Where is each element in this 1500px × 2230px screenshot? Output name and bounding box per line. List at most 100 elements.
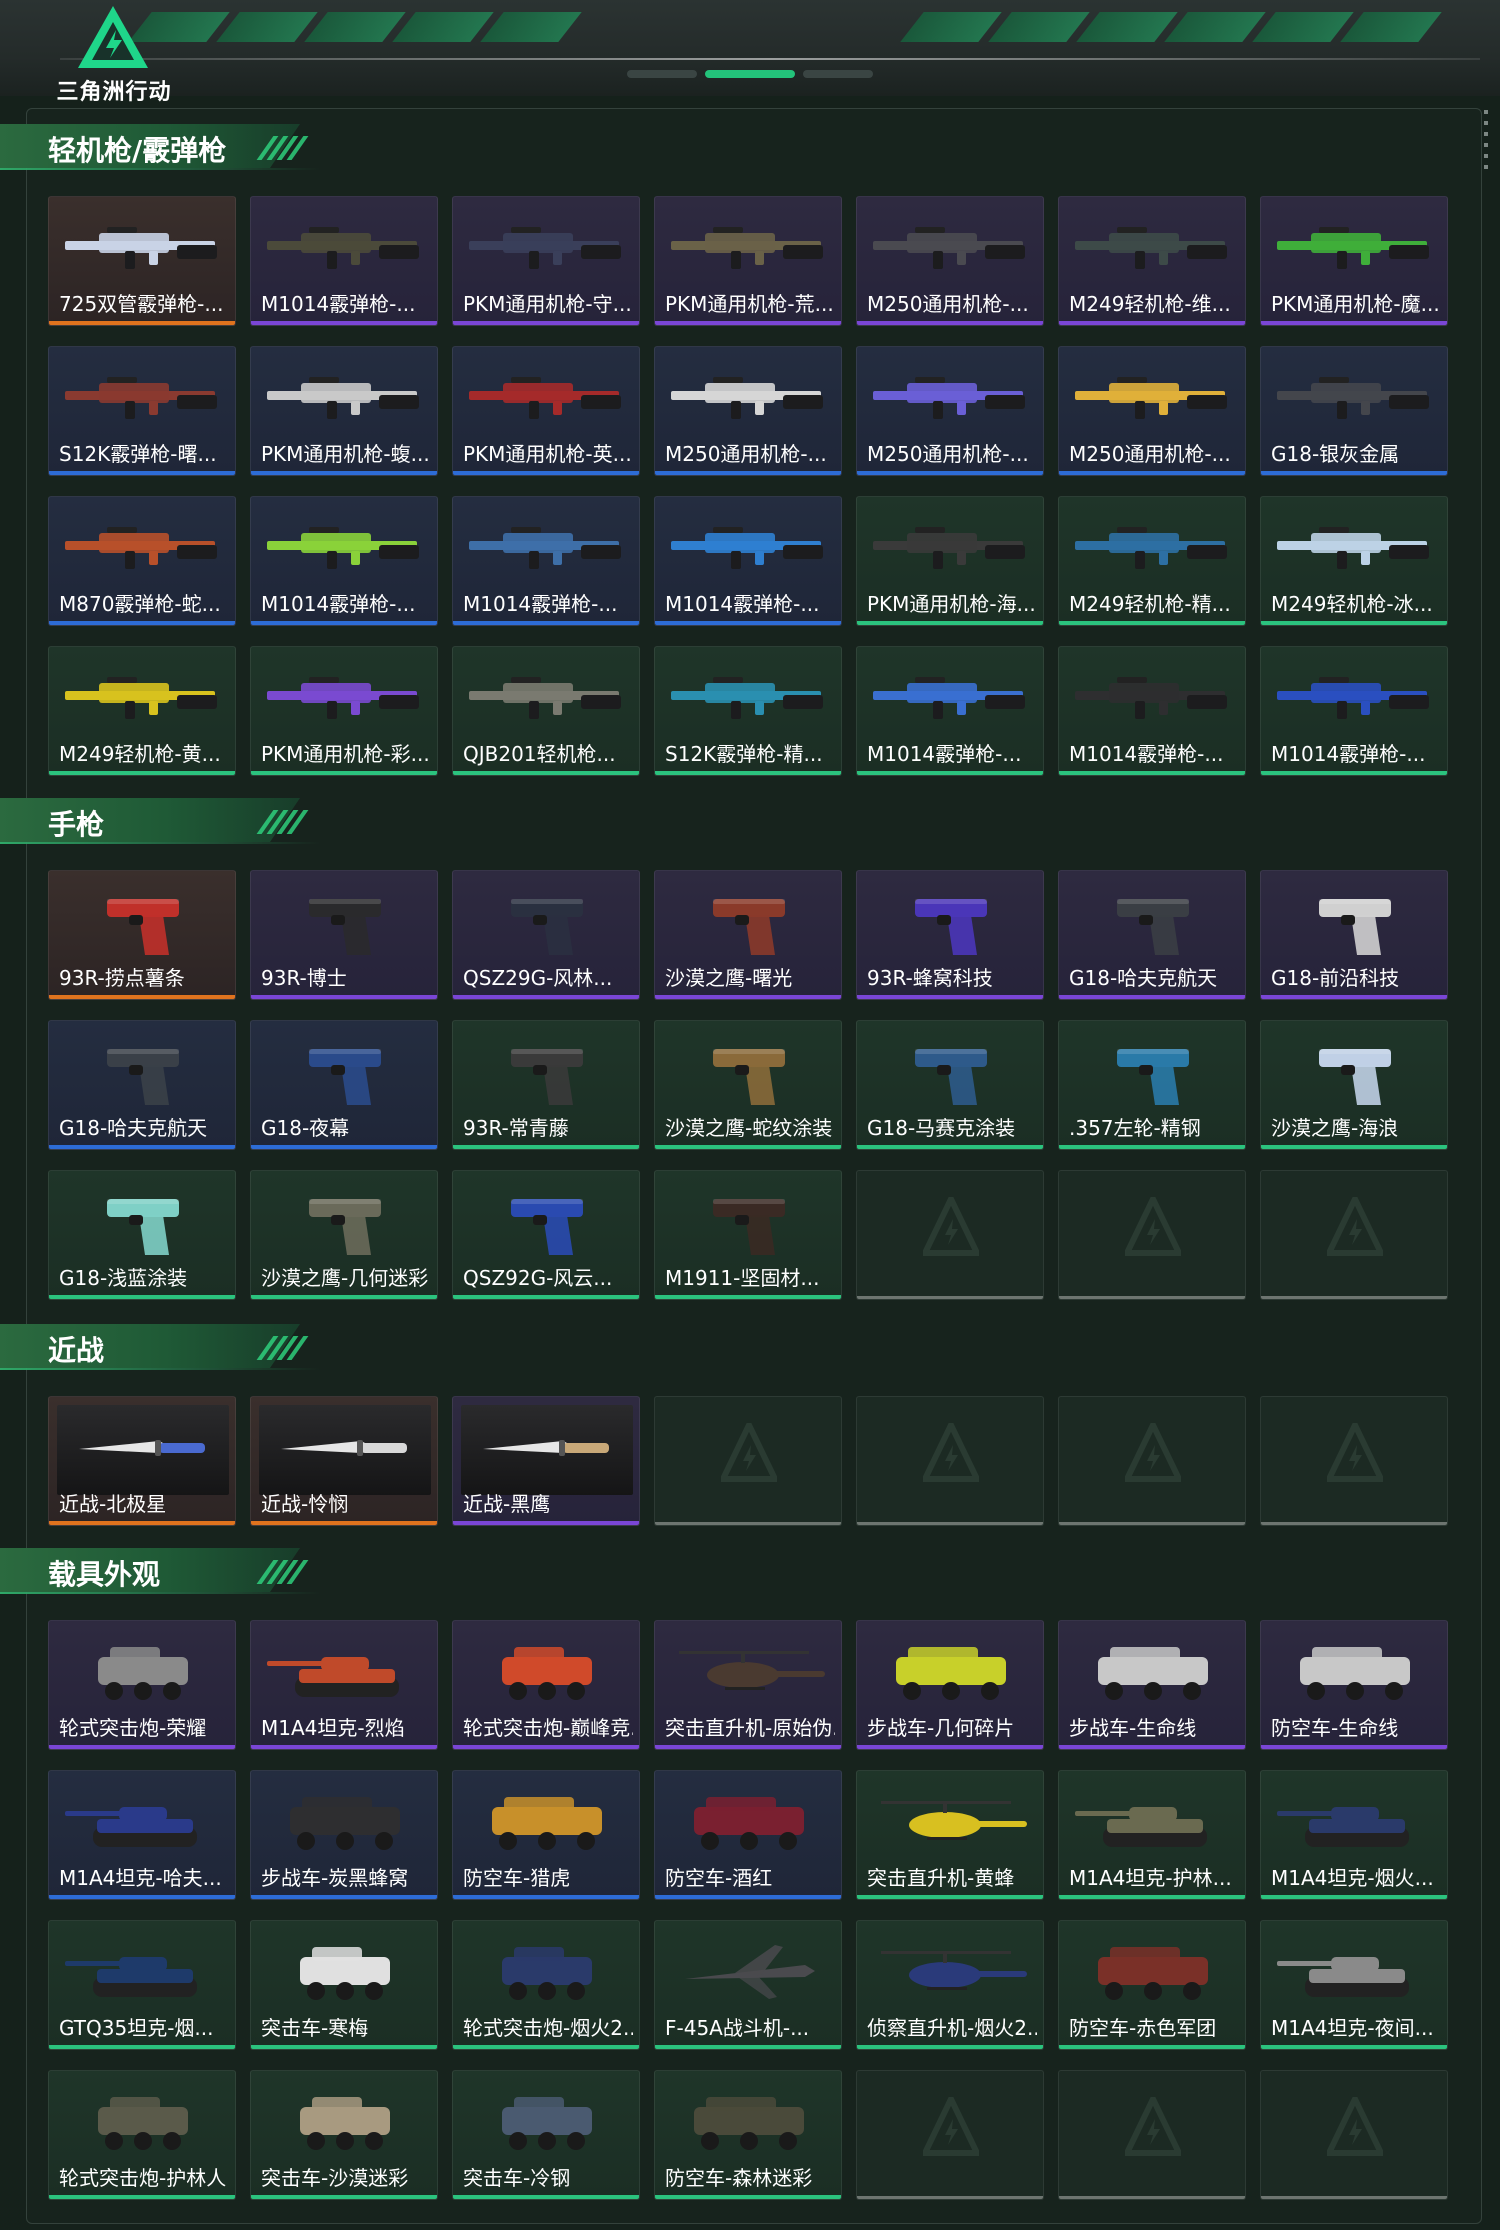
item-label: M1014霰弹枪-...: [1069, 742, 1224, 766]
item-card[interactable]: PKM通用机枪-海...: [856, 496, 1044, 626]
item-card[interactable]: M249轻机枪-冰...: [1260, 496, 1448, 626]
item-card[interactable]: M249轻机枪-维...: [1058, 196, 1246, 326]
item-card[interactable]: M1A4坦克-烟火...: [1260, 1770, 1448, 1900]
item-card[interactable]: 沙漠之鹰-海浪: [1260, 1020, 1448, 1150]
apc-icon: [463, 1785, 631, 1857]
item-card[interactable]: .357左轮-精钢: [1058, 1020, 1246, 1150]
item-card[interactable]: PKM通用机枪-蝮...: [250, 346, 438, 476]
item-card[interactable]: M250通用机枪-...: [856, 346, 1044, 476]
item-card[interactable]: M1014霰弹枪-...: [856, 646, 1044, 776]
empty-slot: [1260, 1396, 1448, 1526]
rarity-bar: [453, 1745, 639, 1749]
item-label: PKM通用机枪-荒...: [665, 292, 834, 316]
item-card[interactable]: 防空车-赤色军团: [1058, 1920, 1246, 2050]
item-card[interactable]: M1014霰弹枪-...: [1260, 646, 1448, 776]
item-card[interactable]: M249轻机枪-精...: [1058, 496, 1246, 626]
rifle-icon: [867, 211, 1035, 283]
item-card[interactable]: G18-浅蓝涂装: [48, 1170, 236, 1300]
item-card[interactable]: PKM通用机枪-魔...: [1260, 196, 1448, 326]
scrollbar-indicator[interactable]: [1484, 110, 1490, 176]
item-card[interactable]: M250通用机枪-...: [856, 196, 1044, 326]
rarity-bar: [453, 1145, 639, 1149]
item-card[interactable]: PKM通用机枪-彩...: [250, 646, 438, 776]
item-card[interactable]: 突击车-沙漠迷彩: [250, 2070, 438, 2200]
item-card[interactable]: G18-哈夫克航天: [48, 1020, 236, 1150]
item-card[interactable]: G18-夜幕: [250, 1020, 438, 1150]
rarity-bar: [453, 1521, 639, 1525]
item-card[interactable]: 沙漠之鹰-曙光: [654, 870, 842, 1000]
item-card[interactable]: 突击直升机-原始伪...: [654, 1620, 842, 1750]
item-card[interactable]: M250通用机枪-...: [654, 346, 842, 476]
item-card[interactable]: 93R-博士: [250, 870, 438, 1000]
banner-divider: [60, 58, 1480, 60]
item-card[interactable]: QSZ92G-风云...: [452, 1170, 640, 1300]
item-card[interactable]: 近战-黑鹰: [452, 1396, 640, 1526]
item-label: PKM通用机枪-英...: [463, 442, 632, 466]
item-card[interactable]: M1A4坦克-夜间...: [1260, 1920, 1448, 2050]
item-card[interactable]: 防空车-猎虎: [452, 1770, 640, 1900]
item-card[interactable]: M1A4坦克-护林...: [1058, 1770, 1246, 1900]
item-card[interactable]: 轮式突击炮-巅峰竞...: [452, 1620, 640, 1750]
item-card[interactable]: 725双管霰弹枪-...: [48, 196, 236, 326]
rarity-bar: [251, 1521, 437, 1525]
item-card[interactable]: PKM通用机枪-荒...: [654, 196, 842, 326]
item-card[interactable]: 侦察直升机-烟火2...: [856, 1920, 1044, 2050]
item-card[interactable]: PKM通用机枪-英...: [452, 346, 640, 476]
item-card[interactable]: 步战车-几何碎片: [856, 1620, 1044, 1750]
item-label: S12K霰弹枪-曙...: [59, 442, 217, 466]
rarity-bar: [453, 321, 639, 325]
item-card[interactable]: M249轻机枪-黄...: [48, 646, 236, 776]
item-card[interactable]: S12K霰弹枪-精...: [654, 646, 842, 776]
item-card[interactable]: QJB201轻机枪...: [452, 646, 640, 776]
item-card[interactable]: S12K霰弹枪-曙...: [48, 346, 236, 476]
item-card[interactable]: M1A4坦克-哈夫...: [48, 1770, 236, 1900]
game-logo: 三角洲行动: [44, 4, 184, 105]
rarity-bar: [857, 471, 1043, 475]
item-card[interactable]: PKM通用机枪-守...: [452, 196, 640, 326]
item-label: M1A4坦克-哈夫...: [59, 1866, 222, 1890]
item-label: 轮式突击炮-烟火2...: [463, 2016, 633, 2040]
item-card[interactable]: 沙漠之鹰-蛇纹涂装: [654, 1020, 842, 1150]
item-card[interactable]: M1911-坚固材...: [654, 1170, 842, 1300]
rifle-icon: [261, 661, 429, 733]
item-card[interactable]: QSZ29G-风林...: [452, 870, 640, 1000]
item-card[interactable]: M1014霰弹枪-...: [250, 196, 438, 326]
item-card[interactable]: 93R-蜂窝科技: [856, 870, 1044, 1000]
item-card[interactable]: 防空车-酒红: [654, 1770, 842, 1900]
item-card[interactable]: 近战-怜悯: [250, 1396, 438, 1526]
rarity-bar: [1261, 1296, 1447, 1299]
item-card[interactable]: G18-银灰金属: [1260, 346, 1448, 476]
item-card[interactable]: 轮式突击炮-烟火2...: [452, 1920, 640, 2050]
item-label: 防空车-生命线: [1271, 1716, 1399, 1740]
item-card[interactable]: F-45A战斗机-...: [654, 1920, 842, 2050]
item-card[interactable]: M1A4坦克-烈焰: [250, 1620, 438, 1750]
item-card[interactable]: 近战-北极星: [48, 1396, 236, 1526]
item-label: PKM通用机枪-守...: [463, 292, 632, 316]
item-card[interactable]: M1014霰弹枪-...: [250, 496, 438, 626]
item-card[interactable]: 93R-常青藤: [452, 1020, 640, 1150]
item-card[interactable]: 防空车-生命线: [1260, 1620, 1448, 1750]
item-card[interactable]: 突击直升机-黄蜂: [856, 1770, 1044, 1900]
item-card[interactable]: M1014霰弹枪-...: [452, 496, 640, 626]
item-card[interactable]: 突击车-冷钢: [452, 2070, 640, 2200]
apc-icon: [1069, 1635, 1237, 1707]
item-card[interactable]: 步战车-炭黑蜂窝: [250, 1770, 438, 1900]
item-card[interactable]: 轮式突击炮-护林人: [48, 2070, 236, 2200]
item-card[interactable]: G18-前沿科技: [1260, 870, 1448, 1000]
pistol-icon: [1271, 885, 1439, 957]
item-card[interactable]: GTQ35坦克-烟...: [48, 1920, 236, 2050]
item-card[interactable]: 93R-捞点薯条: [48, 870, 236, 1000]
item-card[interactable]: G18-哈夫克航天: [1058, 870, 1246, 1000]
item-card[interactable]: 轮式突击炮-荣耀: [48, 1620, 236, 1750]
item-card[interactable]: G18-马赛克涂装: [856, 1020, 1044, 1150]
tank-icon: [261, 1635, 429, 1707]
item-card[interactable]: 突击车-寒梅: [250, 1920, 438, 2050]
item-card[interactable]: M250通用机枪-...: [1058, 346, 1246, 476]
item-card[interactable]: 步战车-生命线: [1058, 1620, 1246, 1750]
item-card[interactable]: 沙漠之鹰-几何迷彩: [250, 1170, 438, 1300]
item-card[interactable]: M870霰弹枪-蛇...: [48, 496, 236, 626]
item-card[interactable]: M1014霰弹枪-...: [654, 496, 842, 626]
item-card[interactable]: M1014霰弹枪-...: [1058, 646, 1246, 776]
item-card[interactable]: 防空车-森林迷彩: [654, 2070, 842, 2200]
rarity-bar: [49, 1895, 235, 1899]
